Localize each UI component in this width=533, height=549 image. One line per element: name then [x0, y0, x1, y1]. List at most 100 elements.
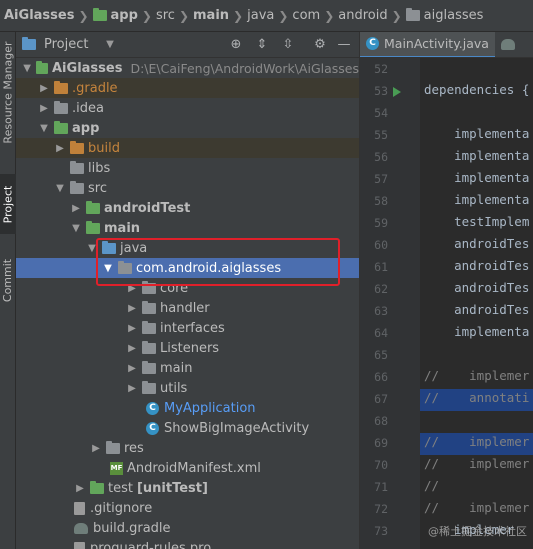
text-file-icon [74, 541, 85, 549]
code-line: androidTes [424, 302, 530, 317]
tree-item-label: main [104, 220, 141, 236]
line-number: 72 [374, 502, 388, 516]
tree-item-app[interactable]: ▼ app [16, 118, 359, 138]
locate-target-icon[interactable]: ⊕ [228, 37, 244, 53]
tree-item-build[interactable]: ▶ build [16, 138, 359, 158]
tree-item-androidmanifest[interactable]: MF AndroidManifest.xml [16, 458, 359, 478]
breadcrumb-item-src[interactable]: src [156, 8, 175, 23]
chevron-right-icon[interactable]: ▶ [38, 103, 50, 114]
line-number: 60 [374, 238, 388, 252]
tree-item-label: interfaces [160, 320, 225, 336]
line-number: 59 [374, 216, 388, 230]
line-number: 69 [374, 436, 388, 450]
collapse-all-icon[interactable]: ⇳ [280, 37, 296, 53]
chevron-right-icon[interactable]: ▶ [126, 363, 138, 374]
package-folder-icon [405, 8, 420, 21]
chevron-down-icon[interactable]: ▼ [102, 37, 118, 53]
chevron-right-icon[interactable]: ▶ [54, 143, 66, 154]
tree-item-aiglasses[interactable]: ▼ AiGlasses D:\E\CaiFeng\AndroidWork\AiG… [16, 58, 359, 78]
java-class-icon: C [146, 421, 159, 435]
tree-item-label: src [88, 180, 107, 196]
tab-label: MainActivity.java [384, 36, 489, 51]
tree-item-build-gradle[interactable]: build.gradle [16, 518, 359, 538]
tab-resource-manager[interactable]: Resource Manager [0, 38, 16, 146]
code-line: implementa [424, 148, 530, 163]
watermark: @稀土掘金技术社区 [428, 525, 527, 538]
tree-item-core[interactable]: ▶ core [16, 278, 359, 298]
chevron-right-icon[interactable]: ▶ [126, 283, 138, 294]
chevron-down-icon[interactable]: ▼ [22, 63, 32, 74]
chevron-down-icon[interactable]: ▼ [70, 223, 82, 234]
gradle-file-icon [74, 522, 88, 534]
chevron-right-icon[interactable]: ▶ [126, 343, 138, 354]
tree-item-handler[interactable]: ▶ handler [16, 298, 359, 318]
chevron-down-icon[interactable]: ▼ [102, 263, 114, 274]
tree-item-com-android-aiglasses[interactable]: ▼ com.android.aiglasses [16, 258, 359, 278]
tree-item-label: build [88, 140, 120, 156]
tree-item-java[interactable]: ▼ java [16, 238, 359, 258]
manifest-file-icon: MF [110, 461, 123, 475]
code-line: // annotati [424, 390, 530, 405]
chevron-right-icon[interactable]: ▶ [126, 383, 138, 394]
tree-item-gradle[interactable]: ▶ .gradle [16, 78, 359, 98]
tree-item-listeners[interactable]: ▶ Listeners [16, 338, 359, 358]
chevron-down-icon[interactable]: ▼ [86, 243, 98, 254]
chevron-right-icon[interactable]: ▶ [126, 303, 138, 314]
tab-project[interactable]: Project [0, 174, 16, 234]
minimize-icon[interactable]: — [336, 37, 352, 53]
tree-item-res[interactable]: ▶ res [16, 438, 359, 458]
chevron-right-icon[interactable]: ▶ [70, 203, 82, 214]
tree-item-interfaces[interactable]: ▶ interfaces [16, 318, 359, 338]
line-number: 55 [374, 128, 388, 142]
chevron-down-icon[interactable]: ▼ [38, 123, 50, 134]
chevron-right-icon: ❯ [391, 8, 402, 23]
chevron-right-icon[interactable]: ▶ [126, 323, 138, 334]
chevron-right-icon[interactable]: ▶ [74, 483, 86, 494]
tree-item-libs[interactable]: libs [16, 158, 359, 178]
tree-item-test[interactable]: ▶ test [unitTest] [16, 478, 359, 498]
tree-item-showbigimageactivity[interactable]: C ShowBigImageActivity [16, 418, 359, 438]
tab-mainactivity[interactable]: C MainActivity.java [360, 32, 495, 57]
chevron-right-icon[interactable]: ▶ [38, 83, 50, 94]
tree-item-myapplication[interactable]: C MyApplication [16, 398, 359, 418]
tree-item-androidtest[interactable]: ▶ androidTest [16, 198, 359, 218]
code-editor: C MainActivity.java 52 53 54 55 56 57 58 59 60 61… [359, 32, 533, 549]
tree-item-src[interactable]: ▼ src [16, 178, 359, 198]
package-folder-icon [142, 360, 156, 374]
breadcrumb-item-app[interactable]: app [92, 8, 138, 23]
line-number: 52 [374, 62, 388, 76]
tree-item-proguard-rules[interactable]: proguard-rules.pro [16, 538, 359, 549]
tree-item-label: AndroidManifest.xml [127, 460, 261, 476]
tab-gradle[interactable] [495, 32, 526, 57]
breadcrumb-item-java[interactable]: java [247, 8, 274, 23]
breadcrumb-item-aiglasses[interactable]: AiGlasses [4, 8, 74, 23]
tab-commit[interactable]: Commit [0, 254, 16, 306]
tab-label: Commit [1, 258, 15, 302]
breadcrumb-item-android[interactable]: android [338, 8, 387, 23]
chevron-right-icon[interactable]: ▶ [90, 443, 102, 454]
tree-item-main[interactable]: ▼ main [16, 218, 359, 238]
tree-item-idea[interactable]: ▶ .idea [16, 98, 359, 118]
breadcrumb-item-main[interactable]: main [193, 8, 229, 23]
folder-icon [70, 160, 84, 174]
code-line: // implemer [424, 368, 530, 383]
tree-item-gitignore[interactable]: .gitignore [16, 498, 359, 518]
resource-folder-icon [106, 440, 120, 454]
run-icon[interactable] [393, 87, 401, 97]
breadcrumb-item-aiglasses-package[interactable]: aiglasses [405, 8, 483, 23]
excluded-folder-icon [70, 140, 84, 154]
breadcrumb-item-com[interactable]: com [292, 8, 320, 23]
project-view-icon [22, 37, 36, 50]
tree-item-utils[interactable]: ▶ utils [16, 378, 359, 398]
source-root-folder-icon [102, 240, 116, 254]
gear-icon[interactable]: ⚙ [312, 37, 328, 53]
package-folder-icon [142, 300, 156, 314]
tree-item-label: ShowBigImageActivity [164, 420, 310, 436]
expand-all-icon[interactable]: ⇕ [254, 37, 270, 53]
chevron-down-icon[interactable]: ▼ [54, 183, 66, 194]
line-number: 56 [374, 150, 388, 164]
java-class-icon: C [146, 401, 159, 415]
code-line: androidTes [424, 236, 530, 251]
tree-item-main-package[interactable]: ▶ main [16, 358, 359, 378]
line-number: 71 [374, 480, 388, 494]
